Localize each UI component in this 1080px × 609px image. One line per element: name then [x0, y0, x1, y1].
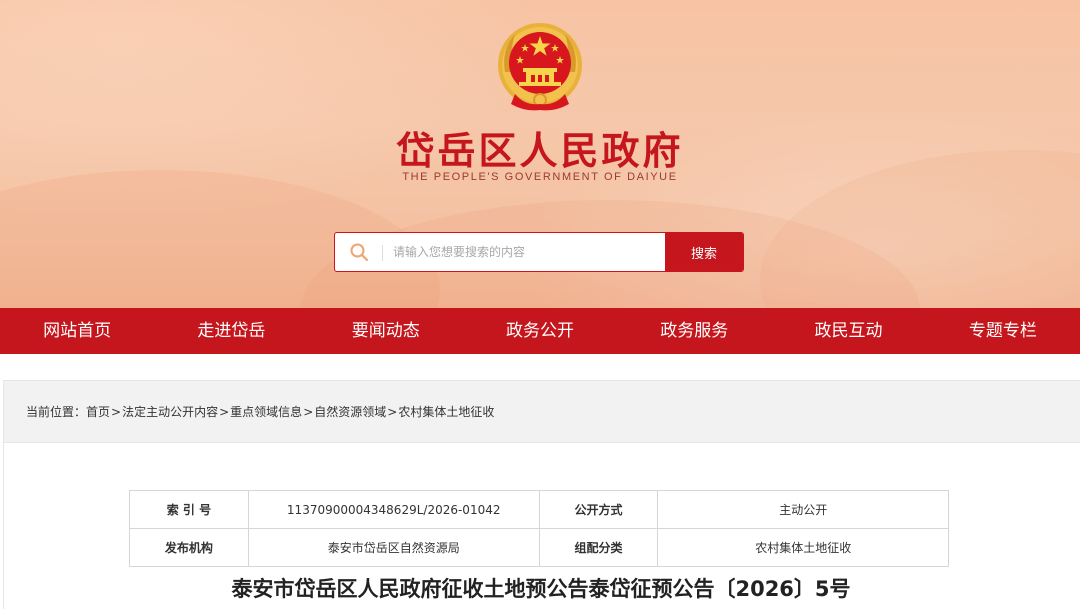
nav-item-topics[interactable]: 专题专栏 — [926, 308, 1080, 354]
table-row: 索 引 号 11370900004348629L/2026-01042 公开方式… — [129, 490, 949, 529]
breadcrumb: 当前位置： 首页 > 法定主动公开内容 > 重点领域信息 > 自然资源领域 > … — [4, 381, 1080, 443]
article-title: 泰安市岱岳区人民政府征收土地预公告泰岱征预公告〔2026〕5号 — [231, 577, 851, 601]
nav-item-news[interactable]: 要闻动态 — [309, 308, 463, 354]
document-meta-table: 索 引 号 11370900004348629L/2026-01042 公开方式… — [129, 490, 949, 567]
site-subtitle: THE PEOPLE'S GOVERNMENT OF DAIYUE — [402, 171, 678, 183]
meta-value-publisher: 泰安市岱岳区自然资源局 — [247, 528, 540, 567]
meta-label-disclosure: 公开方式 — [538, 490, 659, 529]
breadcrumb-separator: > — [387, 404, 398, 419]
nav-item-about[interactable]: 走进岱岳 — [154, 308, 308, 354]
table-row: 发布机构 泰安市岱岳区自然资源局 组配分类 农村集体土地征收 — [129, 528, 949, 567]
nav-item-home[interactable]: 网站首页 — [0, 308, 154, 354]
meta-value-disclosure: 主动公开 — [657, 490, 949, 529]
content-panel: 当前位置： 首页 > 法定主动公开内容 > 重点领域信息 > 自然资源领域 > … — [3, 380, 1080, 609]
breadcrumb-separator: > — [219, 404, 230, 419]
breadcrumb-home[interactable]: 首页 — [86, 403, 110, 420]
site-header: 岱岳区人民政府 THE PEOPLE'S GOVERNMENT OF DAIYU… — [0, 0, 1080, 308]
nav-item-gov-service[interactable]: 政务服务 — [617, 308, 771, 354]
nav-item-interaction[interactable]: 政民互动 — [771, 308, 925, 354]
breadcrumb-item[interactable]: 重点领域信息 — [230, 403, 302, 420]
meta-label-publisher: 发布机构 — [129, 528, 249, 567]
search-box: 搜索 — [334, 232, 744, 272]
breadcrumb-separator: > — [303, 404, 314, 419]
search-button[interactable]: 搜索 — [665, 233, 743, 271]
national-emblem-icon — [498, 23, 582, 111]
breadcrumb-item[interactable]: 法定主动公开内容 — [122, 403, 218, 420]
breadcrumb-separator: > — [111, 404, 122, 419]
meta-label-category: 组配分类 — [538, 528, 659, 567]
nav-item-gov-open[interactable]: 政务公开 — [463, 308, 617, 354]
breadcrumb-prefix: 当前位置： — [26, 405, 87, 419]
meta-value-index: 11370900004348629L/2026-01042 — [247, 490, 540, 529]
search-icon[interactable] — [349, 242, 369, 262]
meta-label-index: 索 引 号 — [129, 490, 249, 529]
search-icon-wrap[interactable] — [335, 233, 383, 271]
breadcrumb-item[interactable]: 自然资源领域 — [314, 403, 386, 420]
search-input[interactable] — [383, 233, 665, 271]
breadcrumb-item-current[interactable]: 农村集体土地征收 — [398, 403, 494, 420]
site-title: 岱岳区人民政府 — [396, 129, 684, 173]
meta-value-category: 农村集体土地征收 — [657, 528, 949, 567]
main-nav: 网站首页 走进岱岳 要闻动态 政务公开 政务服务 政民互动 专题专栏 — [0, 308, 1080, 354]
